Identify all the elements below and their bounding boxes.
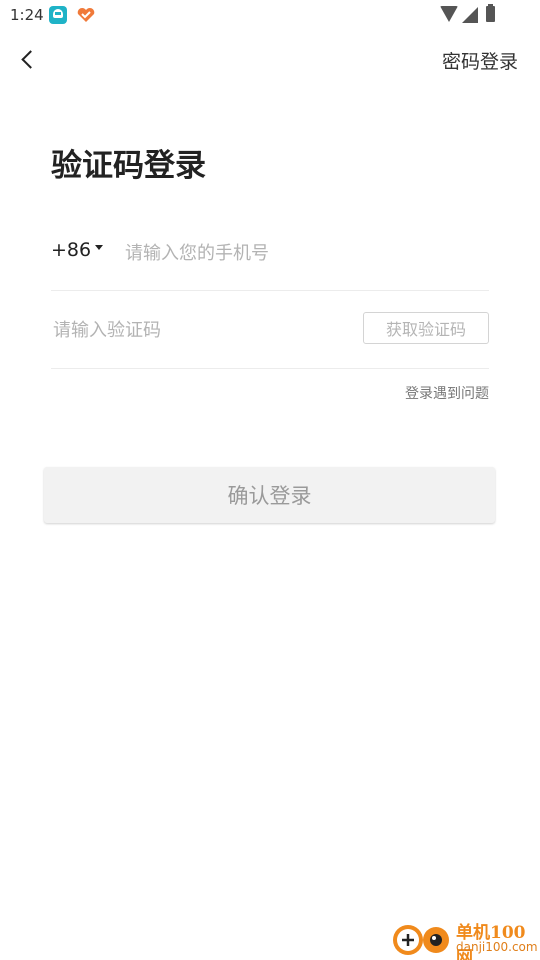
app-heart-icon [76,7,96,23]
verification-code-input[interactable] [51,313,335,347]
page-title: 验证码登录 [51,148,206,184]
confirm-login-button[interactable]: 确认登录 [44,467,495,523]
app-notification-icon [49,6,67,24]
code-row: 获取验证码 [51,291,489,369]
get-code-button[interactable]: 获取验证码 [363,312,489,344]
login-screen: 1:24 密码登录 验证码登录 +86 获取验证码 登录遇到问题 确认登录 [0,0,540,960]
country-code-label: +86 [51,239,92,261]
status-bar: 1:24 [0,0,540,32]
wifi-icon [440,6,458,22]
chevron-left-icon [20,49,40,69]
signal-icon [462,7,478,23]
phone-input[interactable] [123,236,487,270]
battery-icon [486,4,495,22]
watermark-url: danji100.com [456,940,538,954]
phone-row: +86 [51,224,489,291]
system-icons [426,4,506,26]
watermark-logo-icon [393,925,449,955]
caret-down-icon [95,245,104,250]
status-time: 1:24 [10,6,44,24]
watermark: 单机100网 danji100.com [390,916,540,960]
login-help-link[interactable]: 登录遇到问题 [405,383,489,403]
country-code-selector[interactable]: +86 [51,239,104,261]
back-button[interactable] [12,44,42,74]
password-login-link[interactable]: 密码登录 [442,47,518,74]
